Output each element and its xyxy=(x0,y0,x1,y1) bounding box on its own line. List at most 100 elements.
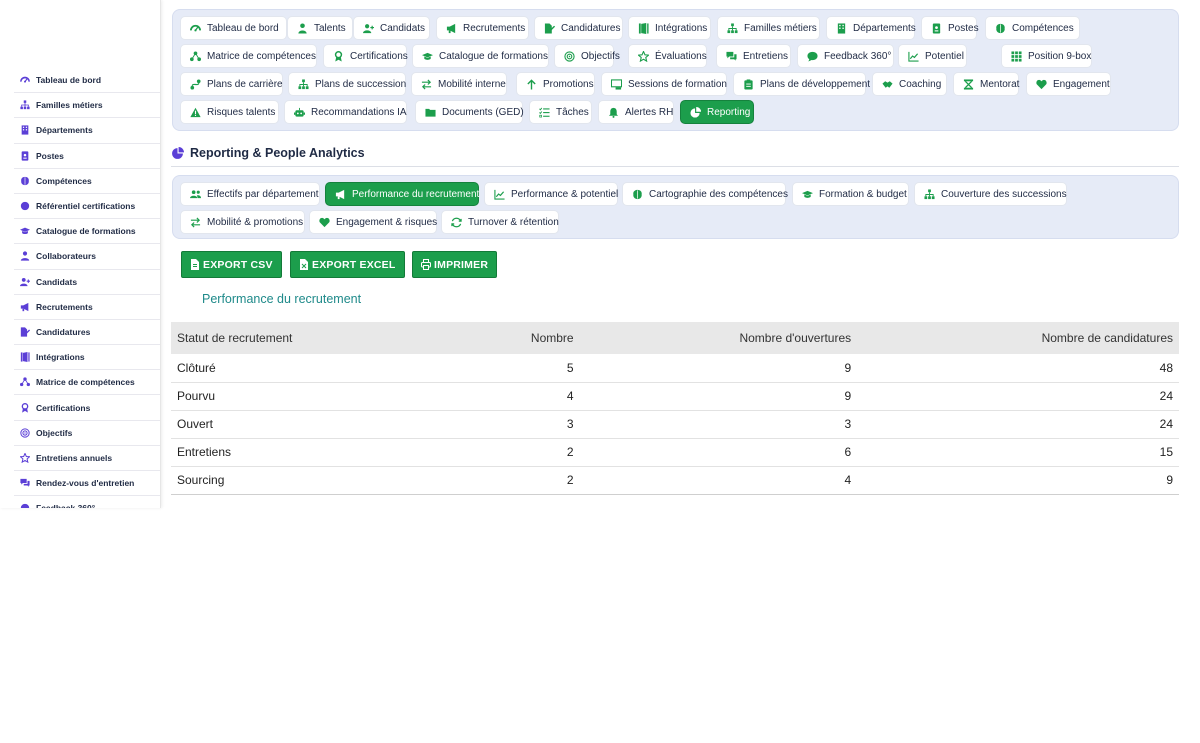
nav-pill[interactable]: Formation & budget xyxy=(792,182,909,206)
nav-pill[interactable]: Tableau de bord xyxy=(180,16,287,40)
table-header-row: Statut de recrutement Nombre Nombre d'ou… xyxy=(171,322,1179,354)
nav-pill[interactable]: Mobilité interne xyxy=(411,72,507,96)
nav-pill[interactable]: Effectifs par département xyxy=(180,182,320,206)
sidebar-item[interactable]: Tableau de bord xyxy=(14,68,160,94)
sidebar-item[interactable]: Objectifs xyxy=(14,421,160,446)
nav-pill[interactable]: Familles métiers xyxy=(717,16,820,40)
nav-pill[interactable]: Engagement xyxy=(1026,72,1111,96)
nav-pill-label: Mobilité interne xyxy=(438,78,506,90)
sidebar-item[interactable]: Intégrations xyxy=(14,345,160,371)
nav-pill[interactable]: Postes xyxy=(921,16,979,40)
nav-pill[interactable]: Performance & potentiel xyxy=(484,182,618,206)
sidebar-item[interactable]: Catalogue de formations xyxy=(14,219,160,245)
sidebar-item[interactable]: Recrutements xyxy=(14,295,160,320)
chart-pie-icon xyxy=(690,106,701,118)
table-cell: Pourvu xyxy=(171,382,457,411)
nav-pill[interactable]: Sessions de formation xyxy=(601,72,727,96)
nav-pill[interactable]: Candidatures xyxy=(534,16,623,40)
export-csv-button[interactable]: EXPORT CSV xyxy=(181,251,282,278)
nav-pill[interactable]: Évaluations xyxy=(628,44,707,68)
heart-icon xyxy=(1036,79,1047,90)
users-icon xyxy=(190,189,201,200)
sidebar-item[interactable]: Certifications xyxy=(14,395,160,421)
nav-pill[interactable]: Matrice de compétences xyxy=(180,44,317,68)
nav-pill[interactable]: Performance du recrutement xyxy=(325,182,479,206)
comment-icon xyxy=(807,51,818,62)
nav-pill[interactable]: Départements xyxy=(826,16,916,40)
nav-pill[interactable]: Recrutements xyxy=(436,16,529,40)
sidebar-item[interactable]: Collaborateurs xyxy=(14,244,160,270)
nav-pill[interactable]: Mobilité & promotions xyxy=(180,210,305,234)
file-signature-icon xyxy=(544,22,555,34)
nav-pill[interactable]: Objectifs xyxy=(554,44,620,68)
nav-pill[interactable]: Couverture des successions xyxy=(914,182,1067,206)
nav-pill[interactable]: Mentorat xyxy=(953,72,1019,96)
sidebar-item-label: Recrutements xyxy=(36,301,93,312)
sidebar-item-label: Intégrations xyxy=(36,352,85,363)
sidebar-item[interactable]: Candidats xyxy=(14,270,160,295)
nav-pill[interactable]: Plans de développement xyxy=(733,72,870,96)
nav-pill[interactable]: Engagement & risques xyxy=(309,210,437,234)
nav-pill[interactable]: Plans de carrière xyxy=(180,72,283,96)
sitemap-icon xyxy=(20,100,30,110)
sidebar-item[interactable]: Postes xyxy=(14,144,160,169)
nav-pill-label: Candidatures xyxy=(561,22,621,34)
nav-pill[interactable]: Promotions xyxy=(516,72,595,96)
nav-pill[interactable]: Reporting xyxy=(680,100,754,124)
nav-pill-label: Alertes RH xyxy=(625,106,674,118)
nav-pill[interactable]: Candidats xyxy=(353,16,430,40)
nav-pill[interactable]: Tâches xyxy=(529,100,592,124)
brain-icon xyxy=(632,189,643,200)
nav-pill[interactable]: Entretiens xyxy=(716,44,791,68)
sidebar-item-label: Compétences xyxy=(36,175,92,186)
nav-pill[interactable]: Cartographie des compétences xyxy=(622,182,788,206)
table-cell: 2 xyxy=(456,466,580,495)
sidebar-item[interactable]: Compétences xyxy=(14,169,160,194)
brain-icon xyxy=(20,176,30,186)
print-button[interactable]: IMPRIMER xyxy=(412,251,498,278)
column-header: Statut de recrutement xyxy=(171,322,457,354)
nav-pill-label: Entretiens xyxy=(743,50,789,62)
chart-pie-icon xyxy=(171,146,184,160)
nav-pill[interactable]: Catalogue de formations xyxy=(412,44,549,68)
grid-icon xyxy=(1011,50,1022,62)
nav-pill-label: Sessions de formation xyxy=(628,78,727,90)
sidebar-item[interactable]: Entretiens annuels xyxy=(14,446,160,471)
nav-pill[interactable]: Recommandations IA xyxy=(284,100,407,124)
sidebar-item[interactable]: Matrice de compétences xyxy=(14,370,160,396)
export-excel-button[interactable]: EXPORT EXCEL xyxy=(290,251,405,278)
star-icon xyxy=(638,50,649,62)
nav-pill[interactable]: Potentiel xyxy=(898,44,967,68)
nav-pill[interactable]: Feedback 360° xyxy=(797,44,894,68)
section-divider xyxy=(171,166,1179,167)
table-row: Pourvu 4 9 24 xyxy=(171,382,1179,411)
nav-pill[interactable]: Compétences xyxy=(985,16,1080,40)
nav-pill-label: Départements xyxy=(853,22,916,34)
report-tabs: Effectifs par département Performance du … xyxy=(172,175,1179,239)
export-excel-label: EXPORT EXCEL xyxy=(312,258,396,271)
nav-pill[interactable]: Position 9-box xyxy=(1001,44,1092,68)
sidebar-item[interactable]: Candidatures xyxy=(14,320,160,346)
chart-line-icon xyxy=(908,51,919,62)
nav-pill[interactable]: Certifications xyxy=(323,44,408,68)
nav-pill[interactable]: Plans de succession xyxy=(288,72,406,96)
sidebar-item[interactable]: Départements xyxy=(14,118,160,144)
nav-pill[interactable]: Alertes RH xyxy=(598,100,674,124)
sidebar-item[interactable]: Référentiel certifications xyxy=(14,194,160,220)
nav-pill[interactable]: Turnover & rétention xyxy=(441,210,559,234)
sidebar-item-label: Tableau de bord xyxy=(36,75,102,86)
nav-pill[interactable]: Coaching xyxy=(872,72,947,96)
nav-pill[interactable]: Documents (GED) xyxy=(415,100,524,124)
sidebar-item[interactable]: Rendez-vous d'entretien xyxy=(14,471,160,497)
comments-icon xyxy=(20,478,30,488)
sidebar-item-label: Matrice de compétences xyxy=(36,377,135,388)
nav-pill[interactable]: Talents xyxy=(287,16,353,40)
nav-pill[interactable]: Intégrations xyxy=(628,16,711,40)
sidebar-item[interactable]: Feedback 360° xyxy=(14,496,160,508)
brain-icon xyxy=(995,23,1006,34)
nav-pill-label: Plans de succession xyxy=(315,78,407,90)
sidebar-item-label: Certifications xyxy=(36,402,91,413)
nav-pill[interactable]: Risques talents xyxy=(180,100,279,124)
nav-pill-label: Mentorat xyxy=(980,78,1020,90)
sidebar-item[interactable]: Familles métiers xyxy=(14,93,160,119)
